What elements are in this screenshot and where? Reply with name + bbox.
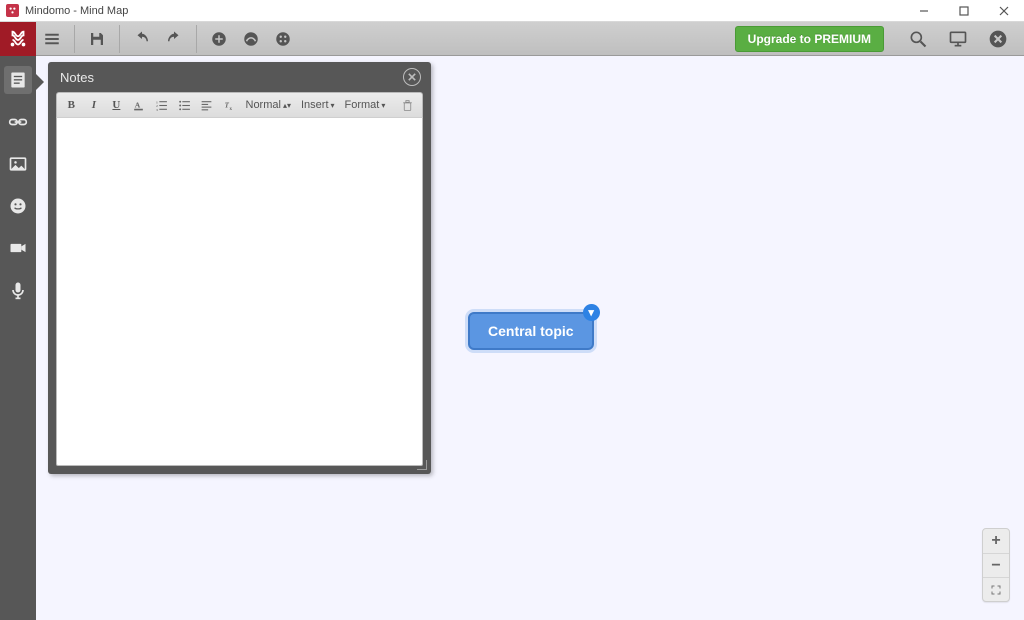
ordered-list-button[interactable]: 123	[153, 96, 170, 114]
rail-audio-button[interactable]	[4, 276, 32, 304]
rail-hyperlink-button[interactable]	[4, 108, 32, 136]
window-maximize-button[interactable]	[944, 0, 984, 22]
svg-text:A: A	[135, 100, 141, 109]
zoom-out-button[interactable]: −	[983, 553, 1009, 577]
text-color-button[interactable]: A	[131, 96, 148, 114]
add-topic-button[interactable]	[204, 25, 234, 53]
save-button[interactable]	[82, 25, 112, 53]
rail-arrow-indicator	[36, 74, 44, 90]
rail-notes-button[interactable]	[4, 66, 32, 94]
app-icon	[6, 4, 19, 17]
side-rail	[0, 56, 36, 620]
window-minimize-button[interactable]	[904, 0, 944, 22]
window-controls	[904, 0, 1024, 22]
app-logo[interactable]	[0, 22, 36, 56]
upgrade-premium-button[interactable]: Upgrade to PREMIUM	[735, 26, 884, 52]
central-topic-node[interactable]: Central topic ▾	[468, 312, 594, 350]
notes-panel: Notes B I U A 123 Tx	[48, 62, 431, 474]
search-button[interactable]	[902, 25, 934, 53]
style-dropdown[interactable]: Normal▴▾	[244, 99, 293, 111]
relationship-button[interactable]	[236, 25, 266, 53]
bold-button[interactable]: B	[63, 96, 80, 114]
central-topic-label: Central topic	[488, 323, 574, 339]
svg-text:T: T	[224, 101, 229, 109]
notes-editor-toolbar: B I U A 123 Tx Normal▴▾ Insert▾	[56, 92, 423, 118]
italic-button[interactable]: I	[86, 96, 103, 114]
rail-image-button[interactable]	[4, 150, 32, 178]
menu-button[interactable]	[37, 25, 67, 53]
insert-dropdown-label: Insert	[301, 99, 329, 111]
close-map-button[interactable]	[982, 25, 1014, 53]
redo-button[interactable]	[159, 25, 189, 53]
notes-panel-title: Notes	[60, 70, 94, 85]
rail-emoji-button[interactable]	[4, 192, 32, 220]
notes-editor[interactable]	[56, 118, 423, 466]
rail-video-button[interactable]	[4, 234, 32, 262]
zoom-in-button[interactable]: +	[983, 529, 1009, 553]
present-button[interactable]	[942, 25, 974, 53]
style-dropdown-label: Normal	[246, 99, 281, 111]
svg-text:x: x	[229, 106, 232, 111]
format-dropdown[interactable]: Format▾	[343, 99, 388, 111]
node-expand-button[interactable]: ▾	[584, 305, 599, 320]
clear-format-button[interactable]: Tx	[221, 96, 238, 114]
svg-text:3: 3	[156, 107, 158, 111]
theme-button[interactable]	[268, 25, 298, 53]
window-titlebar: Mindomo - Mind Map	[0, 0, 1024, 22]
undo-button[interactable]	[127, 25, 157, 53]
insert-dropdown[interactable]: Insert▾	[299, 99, 337, 111]
zoom-fit-button[interactable]	[983, 577, 1009, 601]
format-dropdown-label: Format	[345, 99, 380, 111]
canvas[interactable]: Notes B I U A 123 Tx	[0, 56, 1024, 620]
delete-note-button[interactable]	[399, 96, 416, 114]
zoom-control: + −	[982, 528, 1010, 602]
window-close-button[interactable]	[984, 0, 1024, 22]
main-toolbar: Upgrade to PREMIUM	[0, 22, 1024, 56]
notes-panel-close-button[interactable]	[403, 68, 421, 86]
window-title: Mindomo - Mind Map	[25, 5, 128, 17]
align-button[interactable]	[198, 96, 215, 114]
notes-panel-resize-grip[interactable]	[417, 460, 427, 470]
underline-button[interactable]: U	[108, 96, 125, 114]
unordered-list-button[interactable]	[176, 96, 193, 114]
